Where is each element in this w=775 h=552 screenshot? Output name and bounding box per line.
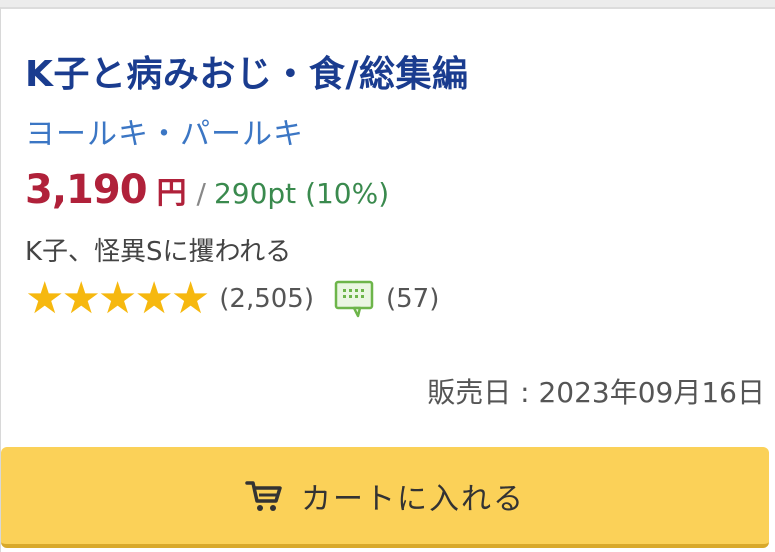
author-link[interactable]: ヨールキ・パールキ: [25, 109, 304, 153]
rating-row: ★ ★ ★ ★ ★ (2,505) (57): [25, 277, 439, 321]
product-card: K子と病みおじ・食/総集編 ヨールキ・パールキ 3,190 円 / 290pt …: [0, 7, 775, 552]
add-to-cart-button[interactable]: カートに入れる: [1, 447, 769, 548]
price-value: 3,190: [25, 167, 148, 213]
release-date: 販売日 : 2023年09月16日: [427, 376, 765, 409]
star-icon: ★: [61, 273, 101, 324]
star-rating[interactable]: ★ ★ ★ ★ ★: [25, 273, 211, 324]
price-currency: 円: [156, 176, 187, 211]
star-icon: ★: [97, 273, 138, 324]
shopping-cart-icon: [245, 480, 282, 511]
star-icon: ★: [134, 273, 174, 324]
price-separator: /: [196, 177, 206, 210]
star-icon: ★: [170, 273, 211, 324]
rating-count[interactable]: (2,505): [219, 284, 314, 314]
price-row: 3,190 円 / 290pt (10%): [25, 167, 389, 213]
star-icon: ★: [25, 273, 65, 324]
review-comment-icon[interactable]: [334, 280, 374, 318]
product-subtitle: K子、怪異Sに攫われる: [25, 237, 292, 267]
add-to-cart-label: カートに入れる: [301, 481, 525, 517]
points-value: 290pt (10%): [213, 177, 390, 210]
product-title[interactable]: K子と病みおじ・食/総集編: [25, 45, 469, 97]
review-count[interactable]: (57): [386, 284, 439, 314]
